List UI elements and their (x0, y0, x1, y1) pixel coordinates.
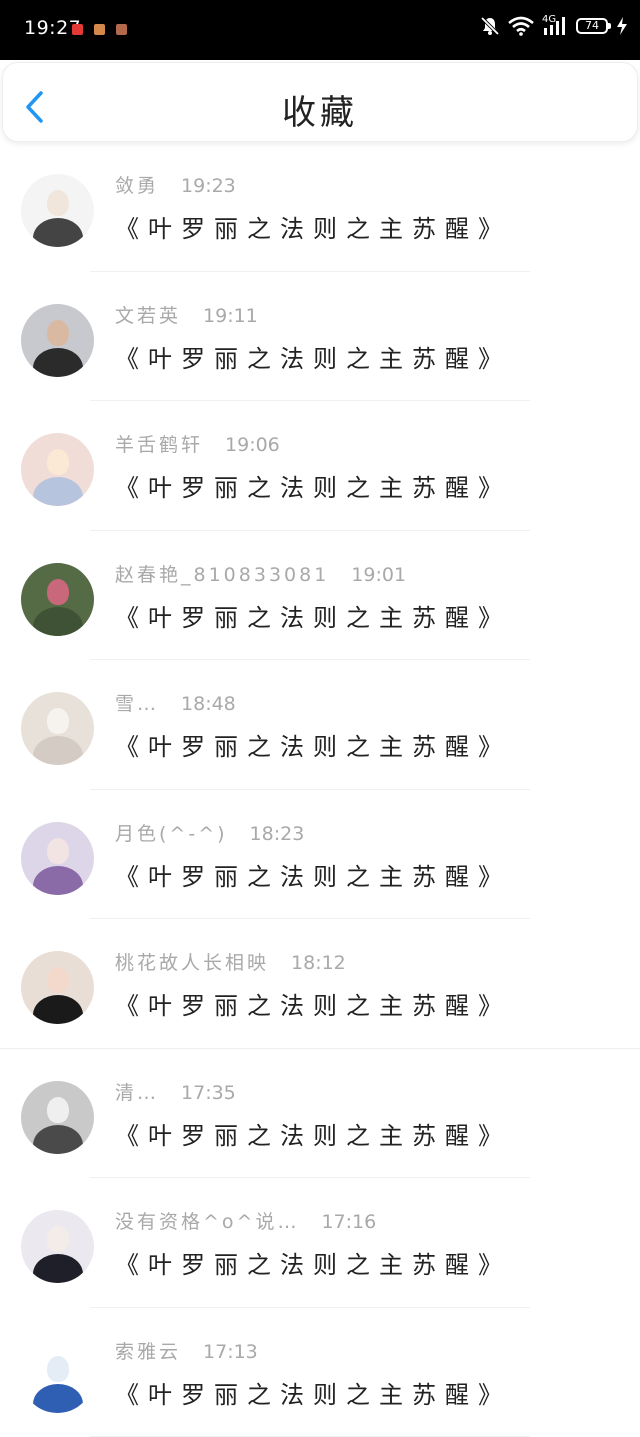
timestamp: 19:01 (351, 564, 406, 586)
header: 收藏 (2, 62, 638, 142)
user-name: 文若英 (115, 305, 181, 327)
collection-title: 《叶罗丽之法则之主苏醒》 (115, 857, 511, 892)
avatar-face (47, 1226, 69, 1252)
list-item[interactable]: 没有资格^o^说… 17:16 《叶罗丽之法则之主苏醒》 (0, 1178, 640, 1308)
item-meta: 文若英 19:11 (115, 301, 258, 328)
list-item[interactable]: 雪… 18:48 《叶罗丽之法则之主苏醒》 (0, 660, 640, 790)
avatar-face (47, 838, 69, 864)
avatar[interactable] (21, 174, 94, 247)
favorites-list: 敛勇19:23《叶罗丽之法则之主苏醒》文若英19:11《叶罗丽之法则之主苏醒》羊… (0, 142, 640, 1437)
avatar-body (33, 866, 83, 895)
list-item[interactable]: 月色(^-^) 18:23 《叶罗丽之法则之主苏醒》 (0, 790, 640, 920)
avatar[interactable] (21, 951, 94, 1024)
avatar-face (47, 190, 69, 216)
item-meta: 清… 17:35 (115, 1078, 236, 1105)
avatar-body (33, 995, 83, 1024)
list-item[interactable]: 文若英 19:11 《叶罗丽之法则之主苏醒》 (0, 272, 640, 402)
avatar[interactable] (21, 1210, 94, 1283)
item-meta: 桃花故人长相映 18:12 (115, 948, 346, 975)
timestamp: 19:06 (225, 434, 280, 456)
avatar[interactable] (21, 563, 94, 636)
list-item[interactable]: 赵春艳_810833081 19:01 《叶罗丽之法则之主苏醒》 (0, 531, 640, 661)
item-meta: 没有资格^o^说… 17:16 (115, 1207, 376, 1234)
avatar[interactable] (21, 1081, 94, 1154)
collection-title: 《叶罗丽之法则之主苏醒》 (115, 468, 511, 503)
status-indicators: 4G 74 (480, 16, 628, 36)
timestamp: 17:16 (321, 1211, 376, 1233)
timestamp: 19:11 (203, 305, 258, 327)
avatar-face (47, 967, 69, 993)
collection-title: 《叶罗丽之法则之主苏醒》 (115, 986, 511, 1021)
collection-title: 《叶罗丽之法则之主苏醒》 (115, 727, 511, 762)
list-item[interactable]: 桃花故人长相映 18:12 《叶罗丽之法则之主苏醒》 (0, 919, 640, 1049)
timestamp: 19:23 (181, 175, 236, 197)
list-item[interactable]: 索雅云 17:13 《叶罗丽之法则之主苏醒》 (0, 1308, 640, 1437)
battery-icon: 74 (576, 18, 608, 34)
avatar-face (47, 1097, 69, 1123)
mute-icon (480, 16, 500, 36)
signal-icon: 4G (542, 16, 568, 36)
collection-title: 《叶罗丽之法则之主苏醒》 (115, 1116, 511, 1151)
user-name: 桃花故人长相映 (115, 952, 269, 974)
user-name: 敛勇 (115, 175, 159, 197)
user-name: 羊舌鹤轩 (115, 434, 203, 456)
charging-icon (616, 16, 628, 36)
timestamp: 17:13 (203, 1341, 258, 1363)
brown-app-icon (116, 24, 127, 35)
user-name: 月色(^-^) (115, 823, 228, 845)
wifi-icon (508, 16, 534, 36)
status-app-icons (72, 24, 127, 35)
avatar[interactable] (21, 692, 94, 765)
timestamp: 18:48 (181, 693, 236, 715)
status-bar: 19:27 4G (0, 0, 640, 60)
avatar-body (33, 1384, 83, 1413)
collection-title: 《叶罗丽之法则之主苏醒》 (115, 209, 511, 244)
avatar[interactable] (21, 1340, 94, 1413)
timestamp: 18:12 (291, 952, 346, 974)
avatar-body (33, 736, 83, 765)
orange-app-icon (94, 24, 105, 35)
avatar-face (47, 579, 69, 605)
list-item[interactable]: 敛勇 19:23 《叶罗丽之法则之主苏醒》 (0, 142, 640, 272)
avatar[interactable] (21, 822, 94, 895)
user-name: 赵春艳_810833081 (115, 564, 329, 586)
list-item[interactable]: 羊舌鹤轩 19:06 《叶罗丽之法则之主苏醒》 (0, 401, 640, 531)
collection-title: 《叶罗丽之法则之主苏醒》 (115, 1245, 511, 1280)
user-name: 索雅云 (115, 1341, 181, 1363)
collection-title: 《叶罗丽之法则之主苏醒》 (115, 598, 511, 633)
item-meta: 敛勇 19:23 (115, 171, 236, 198)
avatar[interactable] (21, 433, 94, 506)
avatar-body (33, 1125, 83, 1154)
user-name: 雪… (115, 693, 159, 715)
avatar-face (47, 1356, 69, 1382)
user-name: 没有资格^o^说… (115, 1211, 299, 1233)
avatar-body (33, 1254, 83, 1283)
list-item[interactable]: 清… 17:35 《叶罗丽之法则之主苏醒》 (0, 1049, 640, 1179)
item-meta: 赵春艳_810833081 19:01 (115, 560, 406, 587)
avatar-face (47, 449, 69, 475)
page-title: 收藏 (3, 85, 637, 134)
avatar-body (33, 607, 83, 636)
timestamp: 17:35 (181, 1082, 236, 1104)
avatar-body (33, 477, 83, 506)
item-meta: 索雅云 17:13 (115, 1337, 258, 1364)
avatar[interactable] (21, 304, 94, 377)
collection-title: 《叶罗丽之法则之主苏醒》 (115, 339, 511, 374)
item-meta: 雪… 18:48 (115, 689, 236, 716)
avatar-face (47, 708, 69, 734)
avatar-face (47, 320, 69, 346)
collection-title: 《叶罗丽之法则之主苏醒》 (115, 1375, 511, 1410)
item-meta: 月色(^-^) 18:23 (115, 819, 304, 846)
avatar-body (33, 348, 83, 377)
network-label: 4G (542, 14, 556, 25)
avatar-body (33, 218, 83, 247)
user-name: 清… (115, 1082, 159, 1104)
red-app-icon (72, 24, 83, 35)
timestamp: 18:23 (250, 823, 305, 845)
item-meta: 羊舌鹤轩 19:06 (115, 430, 280, 457)
